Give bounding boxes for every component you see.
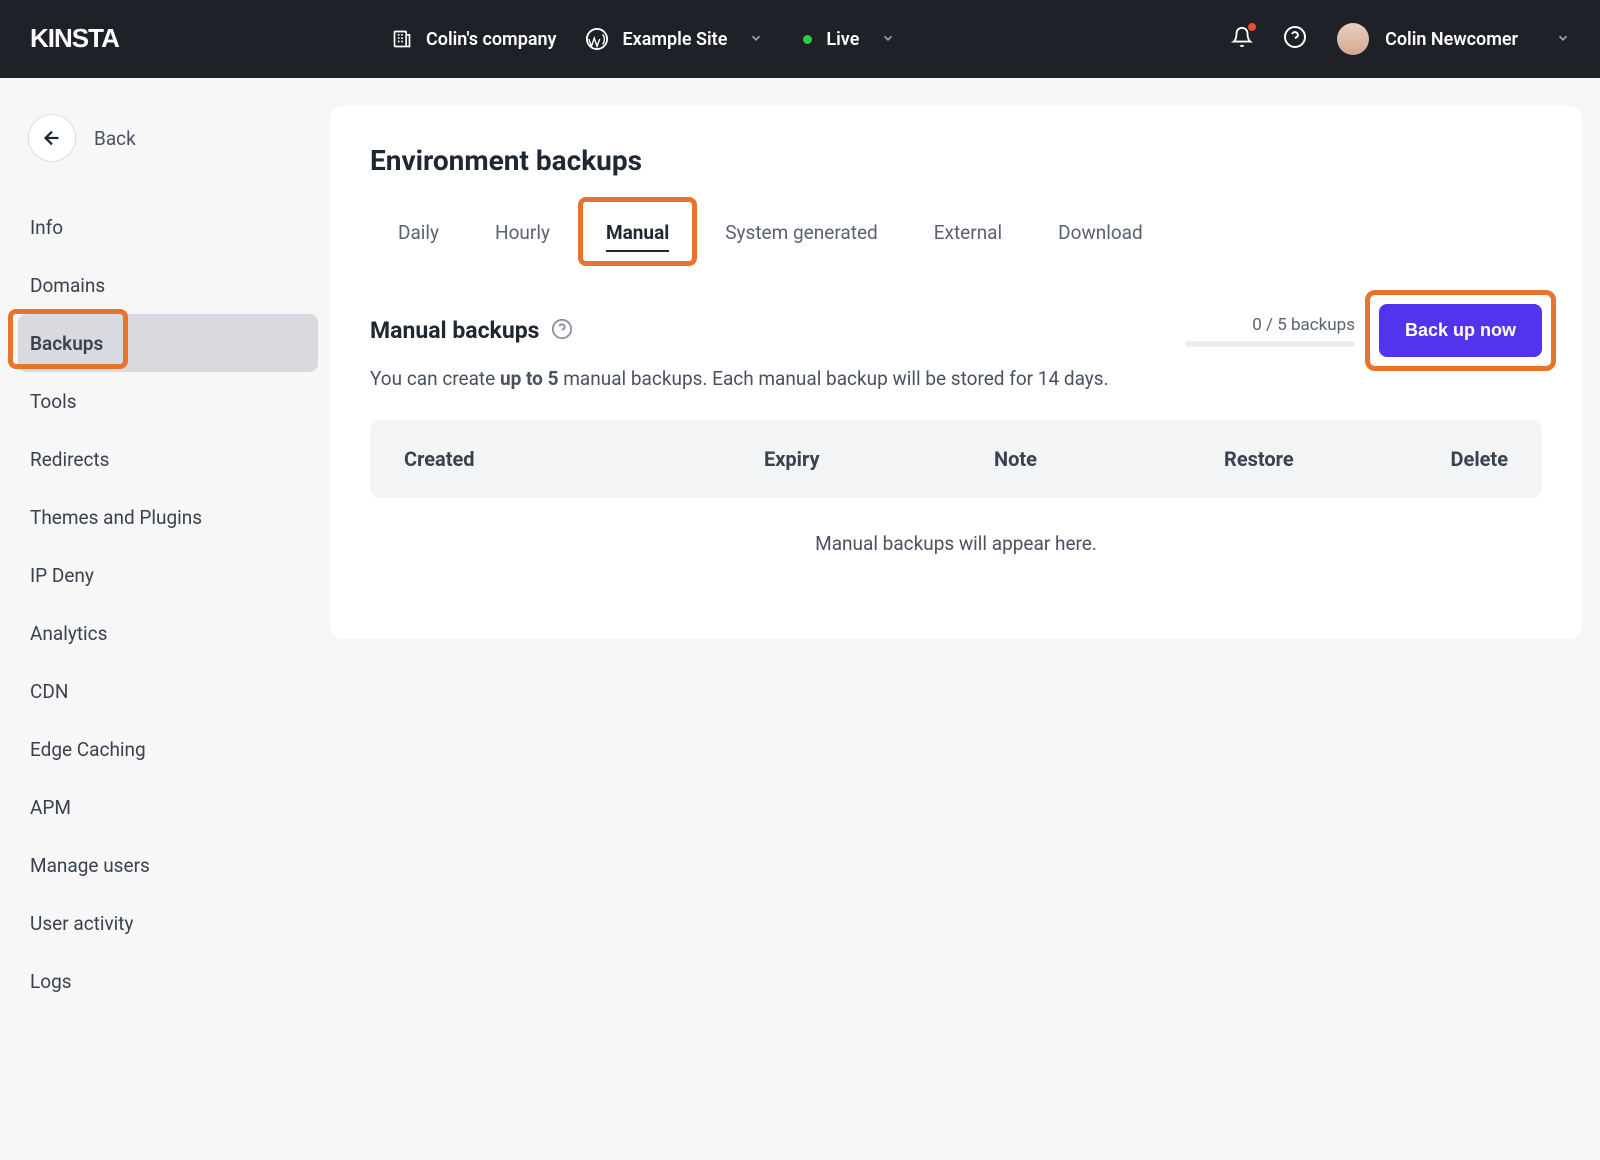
back-button[interactable]	[28, 114, 76, 162]
empty-state: Manual backups will appear here.	[370, 498, 1542, 589]
tab-hourly[interactable]: Hourly	[467, 207, 578, 258]
sidebar: Back Info Domains Backups Tools Redirect…	[0, 78, 330, 1160]
sidebar-item-label: Domains	[30, 274, 105, 297]
tab-label: Manual	[606, 221, 669, 244]
tab-label: External	[934, 221, 1002, 244]
tab-label: Daily	[398, 221, 439, 244]
sidebar-item-manage-users[interactable]: Manage users	[18, 836, 318, 894]
kinsta-logo[interactable]: KINSTA	[30, 25, 152, 53]
chevron-down-icon[interactable]	[881, 30, 895, 49]
tab-manual[interactable]: Manual	[578, 207, 697, 258]
sidebar-item-label: IP Deny	[30, 564, 94, 587]
tab-label: Download	[1058, 221, 1143, 244]
chevron-down-icon[interactable]	[1556, 30, 1570, 49]
sidebar-item-label: Logs	[30, 970, 72, 993]
wordpress-icon	[586, 28, 608, 50]
help-icon[interactable]	[1283, 25, 1307, 53]
tabs: Daily Hourly Manual System generated Ext…	[370, 207, 1542, 258]
notification-dot	[1248, 23, 1256, 31]
tab-system-generated[interactable]: System generated	[697, 207, 905, 258]
sidebar-item-label: Themes and Plugins	[30, 506, 202, 529]
desc-text: You can create	[370, 367, 500, 390]
desc-bold: up to 5	[500, 367, 559, 390]
sidebar-item-label: Info	[30, 216, 63, 239]
sidebar-item-logs[interactable]: Logs	[18, 952, 318, 1010]
company-icon	[392, 29, 412, 49]
sidebar-item-info[interactable]: Info	[18, 198, 318, 256]
help-circle-icon[interactable]	[551, 318, 573, 344]
chevron-down-icon[interactable]	[749, 30, 763, 49]
content-card: Environment backups Daily Hourly Manual …	[330, 106, 1582, 639]
sidebar-item-apm[interactable]: APM	[18, 778, 318, 836]
sidebar-item-tools[interactable]: Tools	[18, 372, 318, 430]
sidebar-item-redirects[interactable]: Redirects	[18, 430, 318, 488]
main-area: Environment backups Daily Hourly Manual …	[330, 78, 1600, 1160]
back-label: Back	[94, 127, 136, 150]
sidebar-item-edge-caching[interactable]: Edge Caching	[18, 720, 318, 778]
sidebar-item-label: Analytics	[30, 622, 107, 645]
user-name[interactable]: Colin Newcomer	[1385, 29, 1518, 50]
sidebar-item-label: User activity	[30, 912, 134, 935]
count-text: 0 / 5 backups	[1252, 315, 1355, 335]
col-delete: Delete	[1444, 447, 1508, 471]
sidebar-item-label: Redirects	[30, 448, 109, 471]
env-label[interactable]: Live	[826, 29, 859, 50]
sidebar-item-label: Backups	[30, 332, 103, 355]
tab-label: System generated	[725, 221, 877, 244]
col-expiry: Expiry	[764, 447, 994, 471]
sidebar-item-analytics[interactable]: Analytics	[18, 604, 318, 662]
col-created: Created	[404, 447, 764, 471]
company-name[interactable]: Colin's company	[426, 29, 556, 50]
page-title: Environment backups	[370, 144, 1542, 177]
description: You can create up to 5 manual backups. E…	[370, 367, 1542, 390]
sidebar-item-domains[interactable]: Domains	[18, 256, 318, 314]
sidebar-item-label: Edge Caching	[30, 738, 146, 761]
sidebar-item-cdn[interactable]: CDN	[18, 662, 318, 720]
site-name[interactable]: Example Site	[622, 29, 727, 50]
user-avatar[interactable]	[1337, 23, 1369, 55]
section-title: Manual backups	[370, 317, 539, 344]
tab-label: Hourly	[495, 221, 550, 244]
sidebar-item-label: Manage users	[30, 854, 150, 877]
status-dot-live	[803, 35, 812, 44]
sidebar-item-backups[interactable]: Backups	[18, 314, 318, 372]
sidebar-item-user-activity[interactable]: User activity	[18, 894, 318, 952]
notifications-button[interactable]	[1231, 26, 1253, 52]
sidebar-item-label: CDN	[30, 680, 68, 703]
col-note: Note	[994, 447, 1224, 471]
desc-text: manual backups. Each manual backup will …	[559, 367, 1109, 390]
sidebar-item-label: APM	[30, 796, 71, 819]
button-label: Back up now	[1405, 320, 1516, 340]
col-restore: Restore	[1224, 447, 1444, 471]
tab-download[interactable]: Download	[1030, 207, 1171, 258]
sidebar-item-themes-plugins[interactable]: Themes and Plugins	[18, 488, 318, 546]
sidebar-item-label: Tools	[30, 390, 77, 413]
table-header: Created Expiry Note Restore Delete	[370, 420, 1542, 498]
backup-now-button[interactable]: Back up now	[1379, 304, 1542, 357]
tab-daily[interactable]: Daily	[370, 207, 467, 258]
backup-count: 0 / 5 backups	[1185, 315, 1355, 347]
top-header: KINSTA Colin's company Example Site Live	[0, 0, 1600, 78]
svg-text:KINSTA: KINSTA	[30, 25, 120, 53]
section-header-row: Manual backups 0 / 5 backups Back up now	[370, 304, 1542, 357]
progress-bar	[1185, 341, 1355, 347]
tab-external[interactable]: External	[906, 207, 1030, 258]
sidebar-item-ip-deny[interactable]: IP Deny	[18, 546, 318, 604]
back-row[interactable]: Back	[18, 108, 330, 168]
